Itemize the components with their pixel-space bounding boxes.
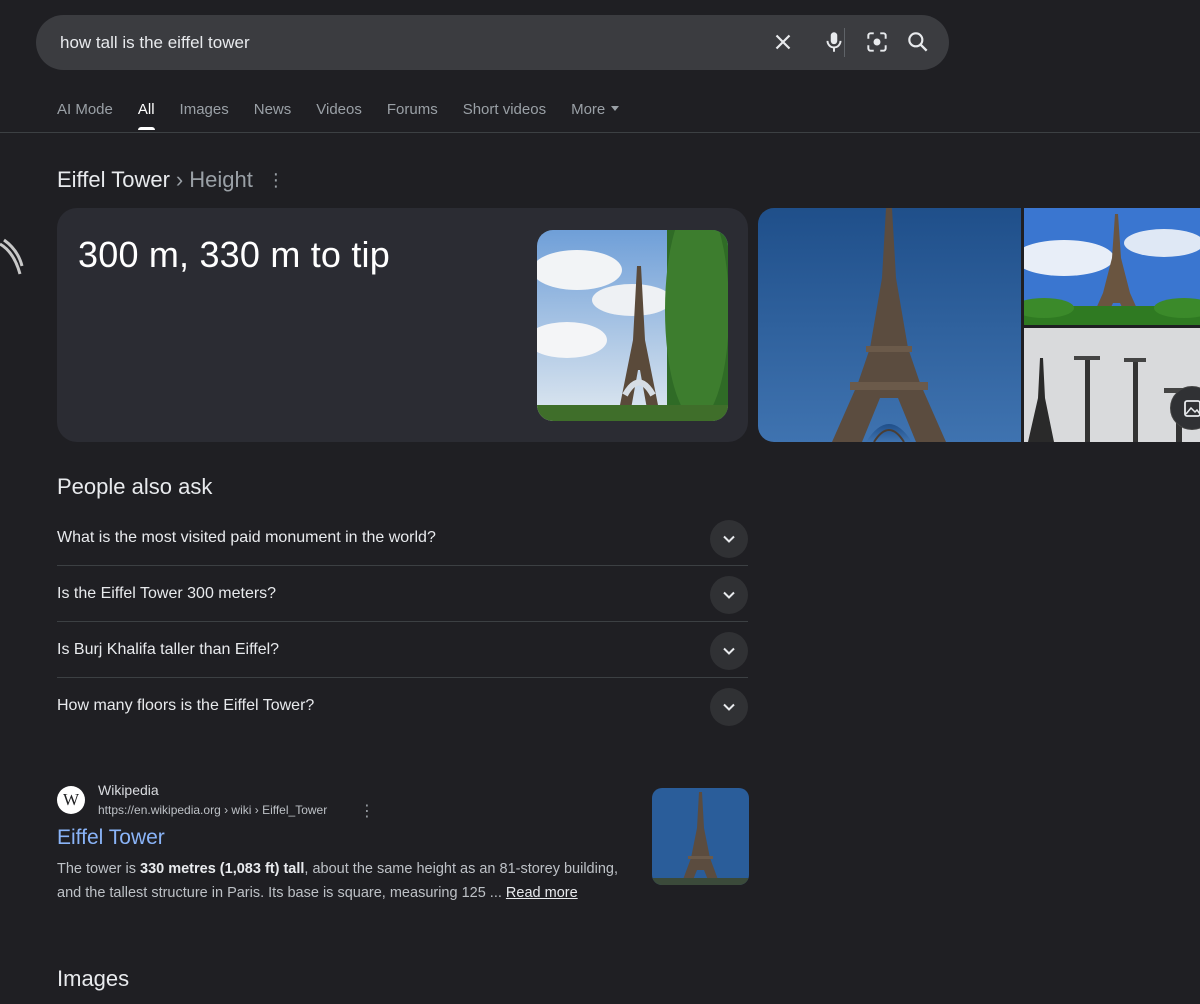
paa-question[interactable]: Is Burj Khalifa taller than Eiffel? (57, 622, 748, 678)
tab-forums[interactable]: Forums (387, 100, 438, 132)
result-url[interactable]: https://en.wikipedia.org › wiki › Eiffel… (98, 803, 327, 817)
clear-icon[interactable] (770, 29, 796, 55)
eiffel-tower-thumbnail[interactable] (537, 230, 728, 421)
tab-videos[interactable]: Videos (316, 100, 362, 132)
tab-more[interactable]: More (571, 100, 620, 132)
tabs-divider (0, 132, 1200, 133)
image-collage (758, 208, 1200, 442)
search-bar[interactable] (36, 15, 949, 70)
knowledge-breadcrumb: Eiffel Tower › Height ⋮ (57, 167, 285, 193)
answer-value: 300 m, 330 m to tip (78, 234, 390, 275)
entity-name[interactable]: Eiffel Tower (57, 167, 170, 193)
read-more-link[interactable]: Read more (506, 885, 578, 901)
result-title-link[interactable]: Eiffel Tower (57, 826, 165, 850)
paa-question-text: Is the Eiffel Tower 300 meters? (57, 584, 277, 602)
chevron-down-icon[interactable] (710, 520, 748, 558)
tab-more-label: More (571, 101, 606, 118)
tab-news[interactable]: News (254, 100, 292, 132)
chevron-down-icon[interactable] (710, 576, 748, 614)
paa-question-text: What is the most visited paid monument i… (57, 528, 436, 546)
breadcrumb-separator: › (175, 167, 184, 192)
people-also-ask-list: What is the most visited paid monument i… (57, 510, 748, 734)
microphone-icon[interactable] (821, 29, 847, 55)
tab-all[interactable]: All (137, 100, 155, 132)
paa-question[interactable]: How many floors is the Eiffel Tower? (57, 678, 748, 734)
image-search-icon[interactable] (1170, 386, 1200, 430)
images-section-title: Images (57, 966, 130, 991)
paa-question[interactable]: What is the most visited paid monument i… (57, 510, 748, 566)
tab-ai-mode[interactable]: AI Mode (57, 100, 113, 132)
caret-down-icon (611, 105, 620, 111)
answer-card: 300 m, 330 m to tip (57, 208, 748, 442)
tab-images[interactable]: Images (180, 100, 229, 132)
result-site-name[interactable]: Wikipedia (98, 782, 159, 798)
snippet-highlight: 330 metres (1,083 ft) tall (140, 861, 305, 877)
snippet-text: The tower is (57, 861, 140, 877)
lens-camera-icon[interactable] (864, 29, 890, 55)
chevron-down-icon[interactable] (710, 688, 748, 726)
paa-question-text: How many floors is the Eiffel Tower? (57, 697, 315, 714)
search-tabs: AI Mode All Images News Videos Forums Sh… (57, 100, 644, 134)
more-vert-icon[interactable]: ⋮ (359, 801, 375, 821)
result-thumbnail[interactable] (652, 788, 749, 885)
search-input[interactable] (58, 31, 758, 54)
wikipedia-favicon: W (57, 786, 85, 814)
more-vert-icon[interactable]: ⋮ (267, 170, 285, 191)
people-also-ask-title: People also ask (57, 474, 213, 499)
paa-question-text: Is Burj Khalifa taller than Eiffel? (57, 640, 280, 658)
result-snippet: The tower is 330 metres (1,083 ft) tall,… (57, 858, 629, 905)
attribute-name: Height (189, 167, 253, 192)
chevron-down-icon[interactable] (710, 632, 748, 670)
paa-question[interactable]: Is the Eiffel Tower 300 meters? (57, 566, 748, 622)
eiffel-tower-image-large[interactable] (758, 208, 1021, 442)
tab-short-videos[interactable]: Short videos (463, 100, 546, 132)
partial-edge-icon (0, 236, 24, 286)
search-icon[interactable] (905, 29, 931, 55)
eiffel-tower-image-small-top[interactable] (1024, 208, 1200, 325)
